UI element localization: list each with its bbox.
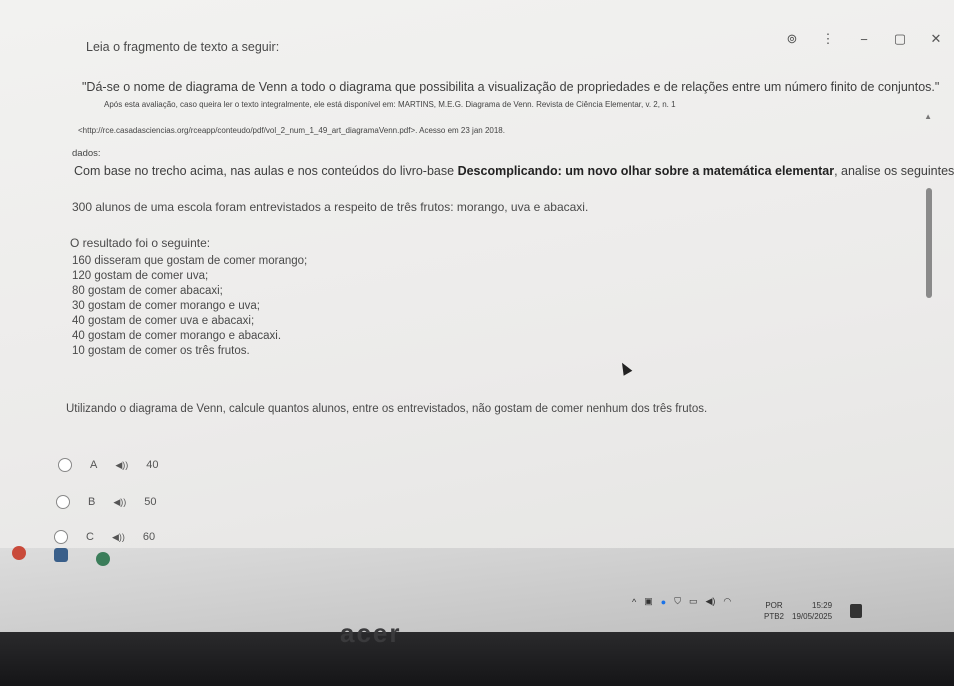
intro-text: Com base no trecho acima, nas aulas e no… [74, 164, 954, 178]
notification-icon[interactable] [850, 604, 862, 618]
option-value: 40 [146, 459, 159, 471]
keyboard-layout: PTB2 [764, 612, 785, 621]
extension-icon[interactable]: ⊚ [774, 28, 810, 50]
speaker-icon[interactable]: ◀)) [115, 460, 128, 471]
chevron-up-icon[interactable]: ^ [632, 597, 636, 607]
clock[interactable]: 15:29 19/05/2025 [792, 600, 832, 622]
shield-icon[interactable]: ⛉ [674, 596, 681, 607]
scrollbar[interactable] [926, 188, 932, 298]
option-letter: B [88, 496, 96, 508]
reference-line-1: Após esta avaliação, caso queira ler o t… [104, 100, 676, 109]
list-item: 40 gostam de comer uva e abacaxi; [72, 315, 255, 327]
fragment-title: Leia o fragmento de texto a seguir: [86, 40, 280, 54]
window-controls: ⊚ ⋮ − ▢ ✕ [774, 28, 954, 50]
mouse-cursor-icon [617, 360, 633, 376]
laptop-bezel [0, 632, 954, 686]
bezel-brand-logo: acer [340, 618, 402, 648]
radio-button[interactable] [58, 458, 72, 472]
intro-part1: Com base no trecho acima, nas aulas e no… [74, 164, 458, 178]
maximize-button[interactable]: ▢ [882, 28, 918, 50]
app-icon[interactable] [96, 552, 110, 566]
intro-part2: , analise os seguintes [834, 164, 954, 178]
date: 19/05/2025 [792, 612, 833, 621]
list-item: 10 gostam de comer os três frutos. [72, 345, 250, 357]
menu-icon[interactable]: ⋮ [810, 28, 846, 50]
list-item: 40 gostam de comer morango e abacaxi. [72, 330, 282, 342]
battery-icon[interactable]: ▭ [689, 596, 698, 607]
option-value: 50 [144, 496, 157, 508]
speaker-icon[interactable]: ◀)) [113, 497, 126, 508]
option-value: 60 [142, 531, 156, 543]
tray-app-icon[interactable]: ▣ [644, 596, 653, 607]
scroll-up-arrow-icon[interactable]: ▲ [924, 112, 932, 121]
language-indicator[interactable]: POR PTB2 [764, 600, 784, 622]
option-a[interactable]: A ◀)) 40 [58, 458, 159, 472]
option-b[interactable]: B ◀)) 50 [56, 495, 157, 509]
reference-line-3: dados: [72, 148, 101, 159]
cloud-icon[interactable]: ● [661, 597, 666, 607]
minimize-button[interactable]: − [846, 28, 882, 50]
time: 15:29 [812, 601, 833, 610]
list-item: 30 gostam de comer morango e uva; [72, 300, 260, 312]
lang-label: POR [765, 601, 783, 610]
speaker-icon[interactable]: ◀)) [112, 532, 125, 543]
option-letter: A [90, 459, 98, 471]
result-heading: O resultado foi o seguinte: [70, 236, 211, 250]
system-tray: ^ ▣ ● ⛉ ▭ ◀) ◠ [632, 596, 731, 607]
question-text: Utilizando o diagrama de Venn, calcule q… [66, 403, 708, 415]
volume-icon[interactable]: ◀) [705, 596, 715, 607]
results-list: 160 disseram que gostam de comer morango… [72, 254, 307, 359]
radio-button[interactable] [54, 530, 68, 544]
book-title: Descomplicando: um novo olhar sobre a ma… [457, 164, 835, 178]
option-c[interactable]: C ◀)) 60 [54, 530, 155, 544]
taskbar: ^ ▣ ● ⛉ ▭ ◀) ◠ POR PTB2 15:29 19/05/2025 [0, 546, 954, 634]
radio-button[interactable] [56, 495, 70, 509]
screen: ⊚ ⋮ − ▢ ✕ Leia o fragmento de texto a se… [0, 0, 954, 640]
option-letter: C [86, 531, 94, 543]
close-button[interactable]: ✕ [918, 28, 954, 50]
reference-line-2: <http://rce.casadasciencias.org/rceapp/c… [78, 126, 505, 135]
wifi-icon[interactable]: ◠ [723, 596, 731, 607]
quote-text: "Dá-se o nome de diagrama de Venn a todo… [82, 80, 940, 94]
survey-text: 300 alunos de uma escola foram entrevist… [72, 200, 589, 214]
list-item: 160 disseram que gostam de comer morango… [72, 255, 308, 267]
list-item: 80 gostam de comer abacaxi; [72, 285, 223, 297]
app-icon[interactable] [54, 548, 68, 562]
list-item: 120 gostam de comer uva; [72, 270, 209, 282]
browser-app-icon[interactable] [12, 546, 26, 560]
